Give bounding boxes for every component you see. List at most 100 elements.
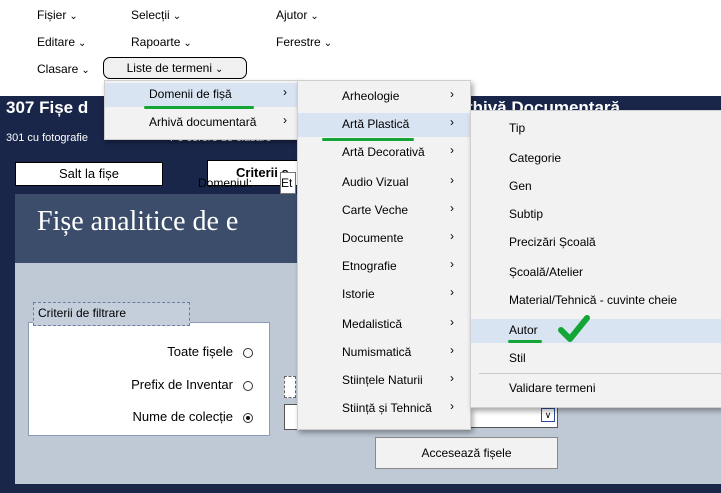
menu-item-label: Stil bbox=[509, 351, 526, 365]
menu-item-label: Școală/Atelier bbox=[509, 265, 584, 279]
domeniul-label: Domeniul: bbox=[198, 176, 253, 190]
chevron-down-icon: ⌄ bbox=[78, 38, 87, 49]
chevron-down-icon: ⌄ bbox=[310, 11, 319, 22]
radio-toate-fisele[interactable]: Toate fișele bbox=[167, 344, 253, 359]
menu-item-domeniu[interactable]: Etnografie › bbox=[298, 255, 470, 279]
menu-item-label: Stiințele Naturii bbox=[342, 373, 423, 387]
menu-item-label: Material/Tehnică - cuvinte cheie bbox=[509, 293, 678, 307]
chevron-right-icon: › bbox=[450, 201, 454, 215]
menu-selectii[interactable]: Selecții ⌄ bbox=[131, 8, 181, 22]
arta-plastica-menu: Tip Categorie Gen Subtip Precizări Școală Șco… bbox=[470, 110, 721, 408]
menu-item-label: Numismatică bbox=[342, 345, 412, 359]
menu-item-termen[interactable]: Tip bbox=[471, 117, 721, 141]
menu-fisier-label: Fișier bbox=[37, 8, 67, 22]
radio-button-selected[interactable] bbox=[243, 412, 253, 423]
menu-liste-termeni[interactable]: Liste de termeni ⌄ bbox=[103, 57, 247, 79]
menu-item-termen[interactable]: Școală/Atelier bbox=[471, 261, 721, 285]
menu-item-label: Autor bbox=[509, 323, 538, 337]
menu-item-label: Tip bbox=[509, 121, 526, 135]
filter-group: Toate fișele Prefix de Inventar Nume de … bbox=[28, 322, 270, 436]
menu-item-label: Arhivă documentară bbox=[149, 115, 257, 129]
menu-item-domeniu[interactable]: Arheologie › bbox=[298, 85, 470, 109]
colectie-input[interactable] bbox=[284, 404, 298, 430]
acceseaza-fisele-button[interactable]: Accesează fișele bbox=[375, 437, 558, 469]
radio-button[interactable] bbox=[243, 347, 253, 358]
menu-editare[interactable]: Editare ⌄ bbox=[37, 35, 86, 49]
menu-clasare-label: Clasare bbox=[37, 62, 79, 76]
menu-item-termen[interactable]: Stil bbox=[471, 347, 721, 371]
menu-item-label: Categorie bbox=[509, 151, 562, 165]
menu-item-label: Arheologie bbox=[342, 89, 400, 103]
chevron-down-icon: ⌄ bbox=[81, 65, 90, 76]
radio-label: Nume de colecție bbox=[132, 409, 233, 424]
chevron-right-icon: › bbox=[450, 285, 454, 299]
radio-nume-colectie[interactable]: Nume de colecție bbox=[133, 409, 253, 424]
chevron-right-icon: › bbox=[283, 113, 287, 127]
chevron-right-icon: › bbox=[283, 85, 287, 99]
menu-editare-label: Editare bbox=[37, 35, 76, 49]
menu-item-domeniu[interactable]: Stiințele Naturii › bbox=[298, 369, 470, 393]
menu-item-label: Precizări Școală bbox=[509, 235, 596, 249]
radio-button[interactable] bbox=[243, 380, 253, 391]
chevron-down-icon: ⌄ bbox=[323, 38, 333, 49]
menu-item-domeniu[interactable]: Istorie › bbox=[298, 283, 470, 307]
chevron-right-icon: › bbox=[450, 87, 454, 101]
radio-label: Prefix de Inventar bbox=[131, 377, 233, 392]
chevron-right-icon: › bbox=[450, 115, 454, 129]
chevron-down-icon: ⌄ bbox=[183, 38, 192, 49]
domenii-menu: Arheologie › Artă Plastică › Artă Decorativă… bbox=[297, 80, 471, 430]
menu-item-label: Etnografie bbox=[342, 259, 397, 273]
menu-item-label: Artă Decorativă bbox=[342, 145, 425, 159]
menu-item-termen[interactable]: Precizări Școală bbox=[471, 231, 721, 255]
menu-ajutor[interactable]: Ajutor ⌄ bbox=[276, 8, 319, 22]
menu-ferestre-label: Ferestre bbox=[276, 35, 321, 49]
menu-item-termen[interactable]: Gen bbox=[471, 175, 721, 199]
menu-item-domeniu[interactable]: Documente › bbox=[298, 227, 470, 251]
menu-item-label: Documente bbox=[342, 231, 404, 245]
menu-liste-label: Liste de termeni bbox=[126, 61, 212, 75]
menu-item-label: Medalistică bbox=[342, 317, 403, 331]
menu-item-domeniu[interactable]: Carte Veche › bbox=[298, 199, 470, 223]
menu-item-label: Validare termeni bbox=[509, 381, 596, 395]
menu-item-termen[interactable]: Subtip bbox=[471, 203, 721, 227]
menu-item-label: Audio Vizual bbox=[342, 175, 409, 189]
prefix-input[interactable] bbox=[284, 376, 296, 398]
menu-item-domeniu[interactable]: Audio Vizual › bbox=[298, 171, 470, 195]
menu-item-label: Gen bbox=[509, 179, 532, 193]
menu-rapoarte-label: Rapoarte bbox=[131, 35, 181, 49]
menu-item-termen[interactable]: Material/Tehnică - cuvinte cheie bbox=[471, 289, 721, 313]
page-heading: Fișe analitice de e bbox=[37, 206, 239, 237]
salt-la-fise-button[interactable]: Salt la fișe bbox=[15, 162, 163, 186]
chevron-right-icon: › bbox=[450, 257, 454, 271]
record-count-title: 307 Fișe d bbox=[6, 98, 89, 117]
menu-fisier[interactable]: Fișier ⌄ bbox=[37, 8, 78, 22]
chevron-down-icon[interactable]: ∨ bbox=[541, 408, 555, 422]
highlight-underline bbox=[322, 138, 414, 141]
menu-item-label: Artă Plastică bbox=[342, 117, 410, 131]
radio-label: Toate fișele bbox=[167, 344, 233, 359]
menu-item-label: Subtip bbox=[509, 207, 544, 221]
menu-item-domeniu[interactable]: Artă Decorativă › bbox=[298, 141, 470, 165]
menu-item-domeniu[interactable]: Artă Plastică › bbox=[298, 113, 470, 137]
menu-rapoarte[interactable]: Rapoarte ⌄ bbox=[131, 35, 192, 49]
radio-prefix-inventar[interactable]: Prefix de Inventar bbox=[131, 377, 253, 392]
menu-item-domeniu[interactable]: Stiință și Tehnică › bbox=[298, 397, 470, 421]
menu-item-label: Carte Veche bbox=[342, 203, 409, 217]
menu-selectii-label: Selecții bbox=[131, 8, 170, 22]
menu-item-termen[interactable]: Validare termeni bbox=[471, 377, 721, 401]
menu-item-termen[interactable]: Categorie bbox=[471, 147, 721, 171]
chevron-right-icon: › bbox=[450, 315, 454, 329]
page-heading-banner: Fișe analitice de e bbox=[15, 194, 305, 263]
highlight-underline bbox=[508, 340, 542, 343]
menu-ferestre[interactable]: Ferestre ⌄ bbox=[276, 35, 332, 49]
menu-item-domenii-fisa[interactable]: Domenii de fișă › bbox=[105, 83, 299, 107]
chevron-right-icon: › bbox=[450, 371, 454, 385]
chevron-right-icon: › bbox=[450, 229, 454, 243]
menu-item-domeniu[interactable]: Numismatică › bbox=[298, 341, 470, 365]
domeniul-field[interactable]: Et bbox=[280, 172, 296, 194]
menu-ajutor-label: Ajutor bbox=[276, 8, 308, 22]
menu-item-arhiva-documentara[interactable]: Arhivă documentară › bbox=[105, 111, 299, 135]
menu-clasare[interactable]: Clasare ⌄ bbox=[37, 62, 90, 76]
menu-item-domeniu[interactable]: Medalistică › bbox=[298, 313, 470, 337]
chevron-down-icon: ⌄ bbox=[172, 11, 182, 22]
